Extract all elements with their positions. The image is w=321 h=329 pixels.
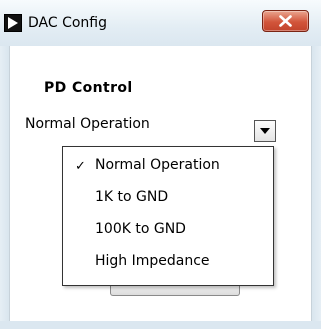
close-button[interactable] [262, 10, 309, 32]
play-triangle-icon[interactable] [4, 14, 22, 32]
dac-config-window: DAC Config PD Control Normal Operation ✓… [0, 0, 321, 329]
option-100k-to-gnd[interactable]: 100K to GND [63, 215, 273, 245]
check-icon: ✓ [75, 159, 86, 174]
close-icon [279, 15, 292, 27]
option-1k-to-gnd[interactable]: 1K to GND [63, 183, 273, 213]
window-frame-right [311, 46, 321, 329]
window-frame-left [0, 46, 10, 329]
obscured-button[interactable] [110, 286, 240, 296]
option-label: Normal Operation [95, 157, 220, 173]
pd-control-label: PD Control [44, 80, 133, 96]
option-label: High Impedance [95, 253, 210, 269]
window-frame-bottom [0, 321, 321, 329]
chevron-down-icon [260, 128, 270, 134]
pd-control-dropdown-button[interactable] [254, 120, 276, 142]
window-title: DAC Config [28, 15, 108, 31]
option-label: 100K to GND [95, 221, 186, 237]
option-label: 1K to GND [95, 189, 169, 205]
pd-control-dropdown-list: ✓ Normal Operation 1K to GND 100K to GND… [62, 146, 274, 286]
option-normal-operation[interactable]: ✓ Normal Operation [63, 151, 273, 181]
pd-control-selected-value[interactable]: Normal Operation [25, 116, 150, 132]
option-high-impedance[interactable]: High Impedance [63, 247, 273, 277]
